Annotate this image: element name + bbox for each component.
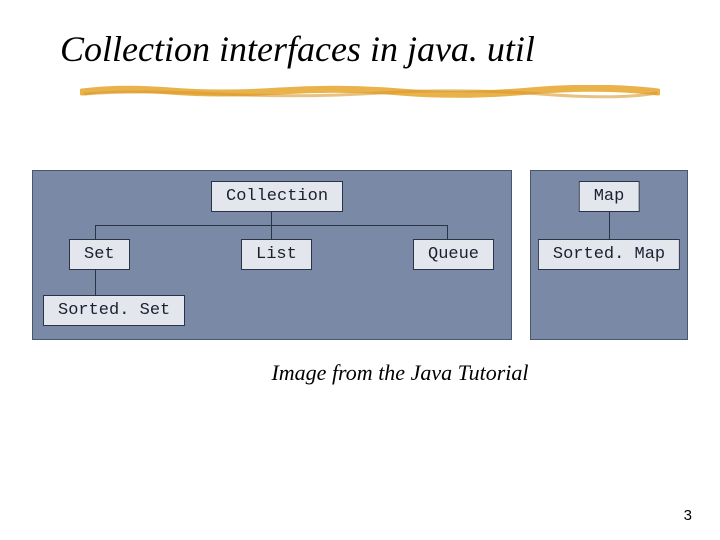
slide-title: Collection interfaces in java. util (60, 28, 535, 70)
title-underline (80, 85, 660, 99)
node-set: Set (69, 239, 130, 270)
diagram: Collection Set List Queue Sorted. Set Ma… (32, 170, 688, 340)
node-collection: Collection (211, 181, 343, 212)
image-caption: Image from the Java Tutorial (40, 360, 720, 386)
map-hierarchy-panel: Map Sorted. Map (530, 170, 688, 340)
node-sortedset: Sorted. Set (43, 295, 185, 326)
collection-hierarchy-panel: Collection Set List Queue Sorted. Set (32, 170, 512, 340)
node-list: List (241, 239, 312, 270)
node-sortedmap: Sorted. Map (538, 239, 680, 270)
node-map: Map (579, 181, 640, 212)
node-queue: Queue (413, 239, 494, 270)
page-number: 3 (684, 507, 692, 524)
